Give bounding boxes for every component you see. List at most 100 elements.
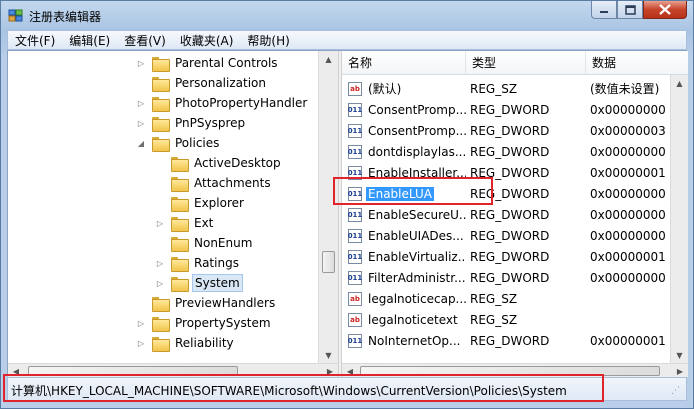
- tree-item-label: Explorer: [194, 196, 244, 210]
- tree-item[interactable]: PreviewHandlers: [8, 293, 318, 313]
- expand-arrow-icon[interactable]: ▷: [155, 258, 165, 268]
- value-name: (默认): [368, 82, 402, 96]
- binary-value-icon: 011: [348, 333, 362, 348]
- minimize-button[interactable]: [591, 1, 617, 19]
- expand-arrow-icon[interactable]: ▷: [136, 58, 146, 68]
- tree-item[interactable]: ◢ Policies: [8, 133, 318, 153]
- collapse-arrow-icon[interactable]: ◢: [136, 138, 146, 148]
- tree-item-label: PreviewHandlers: [175, 296, 276, 310]
- folder-icon: [171, 196, 189, 212]
- close-icon: [659, 4, 671, 15]
- folder-icon: [171, 236, 189, 252]
- maximize-button[interactable]: [617, 1, 643, 19]
- tree-scroll-up-button[interactable]: ▲: [319, 51, 338, 67]
- string-value-icon: ab: [348, 81, 362, 96]
- folder-icon: [152, 76, 170, 92]
- tree-item[interactable]: Explorer: [8, 193, 318, 213]
- binary-value-icon: 011: [348, 270, 362, 285]
- string-value-icon: ab: [348, 312, 362, 327]
- expand-arrow-icon[interactable]: ▷: [136, 318, 146, 328]
- regedit-icon: [8, 9, 23, 22]
- title-bar[interactable]: 注册表编辑器: [1, 1, 693, 30]
- folder-icon: [171, 216, 189, 232]
- menu-edit[interactable]: 编辑(E): [62, 32, 117, 49]
- tree-scroll-thumb[interactable]: [322, 251, 335, 273]
- folder-icon: [171, 276, 189, 292]
- tree-item[interactable]: ▷ PropertySystem: [8, 313, 318, 333]
- tree-item[interactable]: Attachments: [8, 173, 318, 193]
- tree-scroll-down-button[interactable]: ▼: [319, 347, 338, 363]
- tree-vertical-scrollbar[interactable]: ▲ ▼: [318, 51, 338, 363]
- value-name: dontdisplaylas...: [368, 144, 466, 159]
- status-path-highlight-box: [3, 374, 604, 402]
- tree-item-label: Attachments: [194, 176, 271, 190]
- expand-arrow-icon[interactable]: ▷: [155, 278, 165, 288]
- column-header-name[interactable]: 名称: [342, 51, 466, 75]
- tree-item[interactable]: ActiveDesktop: [8, 153, 318, 173]
- tree-item-label: System: [192, 274, 243, 292]
- list-scroll-down-button[interactable]: ▼: [671, 347, 688, 363]
- tree-item[interactable]: Personalization: [8, 73, 318, 93]
- value-name: ConsentPromp...: [368, 123, 466, 138]
- value-row[interactable]: 011 dontdisplaylas... REG_DWORD 0x00000000 …: [342, 141, 688, 162]
- tree-item[interactable]: ▷ System: [8, 273, 318, 293]
- menu-view[interactable]: 查看(V): [117, 32, 173, 49]
- column-header-data[interactable]: 数据: [586, 51, 688, 75]
- value-row[interactable]: 011 ConsentPromp... REG_DWORD 0x00000000 (0: [342, 99, 688, 120]
- tree-item-label: Ext: [194, 216, 214, 230]
- expand-arrow-icon[interactable]: ▷: [136, 98, 146, 108]
- close-button[interactable]: [643, 1, 687, 19]
- value-row[interactable]: 011 FilterAdministr... REG_DWORD 0x00000000…: [342, 267, 688, 288]
- tree-item[interactable]: ▷ Parental Controls: [8, 53, 318, 73]
- maximize-icon: [624, 4, 636, 15]
- expand-arrow-icon[interactable]: ▷: [155, 218, 165, 228]
- list-scroll-up-button[interactable]: ▲: [671, 75, 688, 91]
- value-name-cell: 011 dontdisplaylas...: [342, 144, 466, 159]
- tree-item[interactable]: ▷ Ext: [8, 213, 318, 233]
- menu-help[interactable]: 帮助(H): [240, 32, 296, 49]
- value-type: REG_DWORD: [470, 123, 550, 138]
- tree-item[interactable]: ▷ Reliability: [8, 333, 318, 353]
- value-name-cell: 011 EnableVirtualiz...: [342, 249, 466, 264]
- resize-grip-icon[interactable]: ⋰: [671, 386, 683, 398]
- menu-file[interactable]: 文件(F): [8, 32, 62, 49]
- value-type: REG_SZ: [470, 312, 518, 327]
- value-type: REG_DWORD: [470, 249, 550, 264]
- menu-favorites[interactable]: 收藏夹(A): [173, 32, 241, 49]
- value-row[interactable]: 011 EnableUIADes... REG_DWORD 0x00000000 (0: [342, 225, 688, 246]
- minimize-icon: [600, 10, 608, 13]
- value-row[interactable]: ab (默认) REG_SZ (数值未设置): [342, 78, 688, 99]
- value-row[interactable]: 011 ConsentPromp... REG_DWORD 0x00000003 (3: [342, 120, 688, 141]
- value-name: EnableSecureU...: [368, 207, 466, 222]
- tree-item[interactable]: NonEnum: [8, 233, 318, 253]
- string-value-icon: ab: [348, 291, 362, 306]
- list-vertical-scrollbar[interactable]: ▲ ▼: [670, 75, 688, 363]
- value-name-cell: ab legalnoticecap...: [342, 291, 466, 306]
- value-row[interactable]: ab legalnoticetext REG_SZ: [342, 309, 688, 330]
- client-area: ▷ Parental Controls Personalization ▷ PhotoP…: [7, 50, 688, 378]
- value-row[interactable]: ab legalnoticecap... REG_SZ: [342, 288, 688, 309]
- value-type: REG_DWORD: [470, 270, 550, 285]
- tree-item[interactable]: ▷ PnPSysprep: [8, 113, 318, 133]
- registry-tree: ▷ Parental Controls Personalization ▷ PhotoP…: [8, 51, 338, 363]
- value-row[interactable]: 011 NoInternetOp... REG_DWORD 0x00000001 (1: [342, 330, 688, 351]
- column-header-type[interactable]: 类型: [466, 51, 586, 75]
- tree-item-label: NonEnum: [194, 236, 253, 250]
- value-type: REG_DWORD: [470, 144, 550, 159]
- value-row[interactable]: 011 EnableVirtualiz... REG_DWORD 0x00000001…: [342, 246, 688, 267]
- value-name: EnableUIADes...: [368, 228, 464, 243]
- tree-item[interactable]: ▷ PhotoPropertyHandler: [8, 93, 318, 113]
- binary-value-icon: 011: [348, 249, 362, 264]
- tree-item[interactable]: ▷ Ratings: [8, 253, 318, 273]
- binary-value-icon: 011: [348, 228, 362, 243]
- expand-arrow-icon[interactable]: ▷: [136, 118, 146, 128]
- expand-arrow-icon[interactable]: ▷: [136, 338, 146, 348]
- value-row[interactable]: 011 EnableSecureU... REG_DWORD 0x00000000 (…: [342, 204, 688, 225]
- value-type: REG_SZ: [470, 81, 518, 96]
- list-scroll-right-button[interactable]: ▶: [672, 364, 688, 378]
- value-name: legalnoticecap...: [368, 291, 466, 306]
